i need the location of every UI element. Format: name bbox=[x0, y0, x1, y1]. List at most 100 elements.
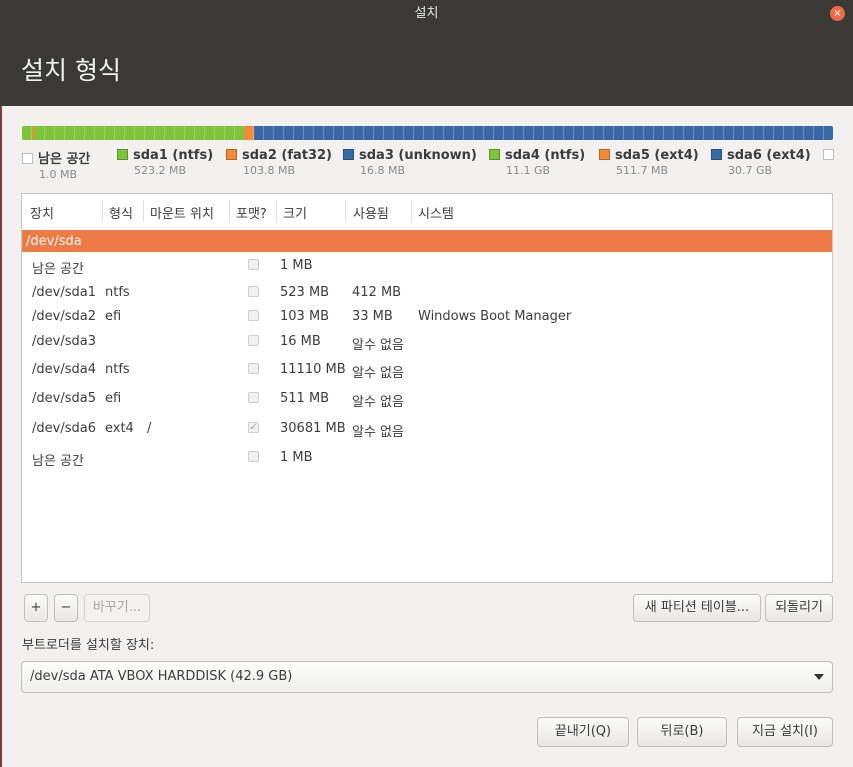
bootloader-device-value: /dev/sda ATA VBOX HARDDISK (42.9 GB) bbox=[30, 669, 293, 684]
legend-item: sda6 (ext4) 30.7 GB bbox=[711, 148, 811, 177]
row-device: /dev/sda bbox=[26, 234, 82, 249]
legend-item: sda5 (ext4) 511.7 MB bbox=[599, 148, 699, 177]
format-checkbox[interactable]: ✓ bbox=[248, 422, 259, 433]
format-checkbox[interactable] bbox=[248, 286, 259, 297]
legend-name: sda3 (unknown) bbox=[359, 148, 477, 163]
legend-swatch bbox=[226, 149, 237, 160]
format-checkbox[interactable] bbox=[248, 363, 259, 374]
col-device-header[interactable]: 장치 bbox=[30, 203, 54, 222]
col-mount-header[interactable]: 마운트 위치 bbox=[150, 203, 214, 222]
legend-size: 511.7 MB bbox=[616, 164, 669, 177]
bootloader-device-select[interactable]: /dev/sda ATA VBOX HARDDISK (42.9 GB) bbox=[21, 661, 833, 693]
window-edge bbox=[0, 106, 2, 767]
legend-name: sda5 (ext4) bbox=[615, 148, 699, 163]
row-type: efi bbox=[105, 309, 122, 324]
page-title: 설치 형식 bbox=[21, 56, 121, 85]
legend-size: 103.8 MB bbox=[243, 164, 296, 177]
legend-size: 1.0 MB bbox=[39, 168, 78, 181]
install-now-button[interactable]: 지금 설치(I) bbox=[737, 717, 833, 747]
legend-item: sda4 (ntfs) 11.1 GB bbox=[489, 148, 585, 177]
row-used: 알수 없음 bbox=[352, 395, 404, 410]
bootloader-label: 부트로더를 설치할 장치: bbox=[22, 638, 155, 653]
col-separator bbox=[276, 200, 277, 222]
row-device: /dev/sda3 bbox=[32, 334, 96, 349]
row-mount: / bbox=[147, 421, 152, 436]
format-checkbox[interactable] bbox=[248, 259, 259, 270]
col-format-header[interactable]: 포맷? bbox=[236, 203, 267, 222]
legend-swatch bbox=[22, 153, 33, 164]
legend-name: sda4 (ntfs) bbox=[505, 148, 586, 163]
remove-icon: − bbox=[60, 600, 72, 615]
back-button[interactable]: 뒤로(B) bbox=[637, 717, 727, 747]
partition-bar bbox=[22, 126, 833, 140]
legend-item: sda2 (fat32) 103.8 MB bbox=[226, 148, 332, 177]
legend-item: sda1 (ntfs) 523.2 MB bbox=[117, 148, 213, 177]
row-device: /dev/sda6 bbox=[32, 421, 96, 436]
col-separator bbox=[229, 200, 230, 222]
col-type-header[interactable]: 형식 bbox=[109, 203, 133, 222]
format-checkbox[interactable] bbox=[248, 451, 259, 462]
partition-bar-segment bbox=[254, 126, 833, 140]
legend-name: sda1 (ntfs) bbox=[133, 148, 214, 163]
legend-item: sda3 (unknown) 16.8 MB bbox=[343, 148, 477, 177]
row-used: 알수 없음 bbox=[352, 338, 404, 353]
format-checkbox[interactable] bbox=[248, 392, 259, 403]
row-system: Windows Boot Manager bbox=[418, 309, 572, 324]
row-type: ext4 bbox=[105, 421, 134, 436]
change-partition-button[interactable]: 바꾸기... bbox=[84, 594, 150, 622]
legend-size: 16.8 MB bbox=[360, 164, 406, 177]
row-device: /dev/sda2 bbox=[32, 309, 96, 324]
legend-name: 남은 공간 bbox=[38, 152, 91, 167]
partition-table[interactable]: 장치 형식 마운트 위치 포맷? 크기 사용됨 시스템 /dev/sda 남은 공… bbox=[21, 193, 833, 583]
row-type: ntfs bbox=[105, 285, 130, 300]
table-row[interactable]: /dev/sda5 efi 511 MB 알수 없음 bbox=[22, 387, 832, 410]
row-device: 남은 공간 bbox=[32, 454, 84, 469]
row-size: 511 MB bbox=[280, 391, 330, 406]
legend-swatch bbox=[343, 149, 354, 160]
legend-item: 남은 공간 1.0 MB bbox=[22, 148, 90, 181]
table-header: 장치 형식 마운트 위치 포맷? 크기 사용됨 시스템 bbox=[22, 194, 832, 231]
dropdown-arrow-icon bbox=[814, 674, 824, 680]
row-used: 알수 없음 bbox=[352, 366, 404, 381]
legend-swatch bbox=[711, 149, 722, 160]
row-size: 16 MB bbox=[280, 334, 321, 349]
row-used: 412 MB bbox=[352, 285, 402, 300]
legend-swatch bbox=[823, 149, 834, 160]
partition-bar-segment bbox=[34, 126, 245, 140]
new-partition-table-button[interactable]: 새 파티션 테이블... bbox=[633, 594, 761, 622]
row-size: 1 MB bbox=[280, 450, 313, 465]
page-header: 설치 형식 bbox=[0, 27, 853, 106]
add-partition-button[interactable]: + bbox=[24, 594, 48, 622]
revert-button[interactable]: 되돌리기 bbox=[765, 594, 833, 622]
quit-button[interactable]: 끝내기(Q) bbox=[537, 717, 629, 747]
format-checkbox[interactable] bbox=[248, 310, 259, 321]
legend-size: 30.7 GB bbox=[728, 164, 773, 177]
window-titlebar: 설치 × bbox=[0, 0, 853, 27]
table-row[interactable]: /dev/sda3 16 MB 알수 없음 bbox=[22, 330, 832, 353]
close-button[interactable]: × bbox=[830, 6, 845, 21]
partition-legend: 남은 공간 1.0 MB sda1 (ntfs) 523.2 MB sda2 (fat3… bbox=[22, 148, 853, 184]
row-type: ntfs bbox=[105, 362, 130, 377]
legend-swatch bbox=[599, 149, 610, 160]
col-system-header[interactable]: 시스템 bbox=[418, 203, 454, 222]
table-row[interactable]: /dev/sda bbox=[22, 230, 832, 252]
table-row[interactable]: /dev/sda2 efi 103 MB 33 MB Windows Boot Mana… bbox=[22, 305, 832, 327]
row-device: /dev/sda5 bbox=[32, 391, 96, 406]
table-row[interactable]: /dev/sda6 ext4 / 30681 MB 알수 없음 ✓ bbox=[22, 417, 832, 440]
row-used: 알수 없음 bbox=[352, 425, 404, 440]
close-icon: × bbox=[833, 8, 842, 19]
col-used-header[interactable]: 사용됨 bbox=[353, 203, 389, 222]
table-row[interactable]: 남은 공간 1 MB bbox=[22, 254, 832, 277]
table-row[interactable]: /dev/sda4 ntfs 11110 MB 알수 없음 bbox=[22, 358, 832, 381]
col-size-header[interactable]: 크기 bbox=[283, 203, 307, 222]
remove-partition-button[interactable]: − bbox=[54, 594, 78, 622]
col-separator bbox=[102, 200, 103, 222]
format-checkbox[interactable] bbox=[248, 335, 259, 346]
table-row[interactable]: 남은 공간 1 MB bbox=[22, 446, 832, 469]
row-size: 11110 MB bbox=[280, 362, 346, 377]
row-used: 33 MB bbox=[352, 309, 393, 324]
col-separator bbox=[143, 200, 144, 222]
legend-swatch bbox=[117, 149, 128, 160]
col-separator bbox=[345, 200, 346, 222]
table-row[interactable]: /dev/sda1 ntfs 523 MB 412 MB bbox=[22, 281, 832, 303]
